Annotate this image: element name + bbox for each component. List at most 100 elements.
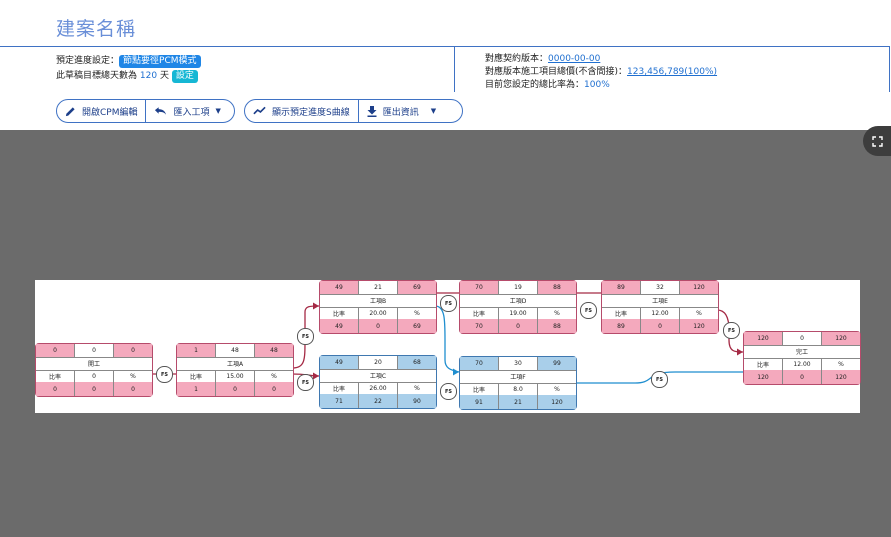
early-finish: 99	[538, 357, 576, 370]
ratio-label: 比率	[460, 383, 499, 395]
fs-label[interactable]: FS	[651, 371, 668, 388]
activity-node-end[interactable]: 120 0 120 完工 比率 12.00% 120 0 120	[743, 331, 861, 385]
trend-line-icon	[253, 106, 266, 115]
duration: 20	[359, 356, 398, 369]
pencil-icon	[65, 106, 75, 116]
download-icon	[367, 105, 377, 117]
late-finish: 120	[835, 373, 847, 381]
chevron-down-icon: ▼	[215, 107, 221, 115]
schedule-mode-badge[interactable]: 節點要徑PCM模式	[119, 55, 201, 68]
open-cpm-button[interactable]: 開啟CPM編輯	[57, 100, 145, 122]
name-row: 工項C	[320, 369, 436, 383]
undo-icon	[155, 107, 167, 115]
ratio-value: 100%	[584, 80, 610, 90]
early-times-row: 49 21 69	[320, 281, 436, 295]
activity-node-b[interactable]: 49 21 69 工項B 比率 20.00% 49 0 69	[319, 280, 437, 334]
late-start: 91	[460, 395, 499, 409]
ratio-value: 8.0	[499, 383, 538, 395]
early-start: 70	[460, 281, 499, 294]
late-finish: 0	[131, 385, 135, 393]
fs-label[interactable]: FS	[156, 366, 173, 383]
cpm-canvas[interactable]: 0 0 0 開工 比率 0% 0 0 0 1 48 48 工項A 比率 15.00% 1 0 0 49 21 69 工項B…	[0, 126, 891, 537]
late-times-row: 000	[36, 382, 152, 396]
fs-label[interactable]: FS	[297, 374, 314, 391]
ratio-value: 20.00	[359, 307, 398, 319]
activity-node-f[interactable]: 70 30 99 工項F 比率 8.0% 91 21 120	[459, 356, 577, 410]
activity-node-d[interactable]: 70 19 88 工項D 比率 19.00% 70 0 88	[459, 280, 577, 334]
cpm-diagram: 0 0 0 開工 比率 0% 0 0 0 1 48 48 工項A 比率 15.00% 1 0 0 49 21 69 工項B…	[35, 280, 861, 413]
total-float: 0	[359, 319, 398, 333]
name-row: 開工	[36, 357, 152, 371]
late-times-row: 120 0 120	[744, 370, 860, 384]
early-times-row: 1 48 48	[177, 344, 293, 358]
duration: 21	[359, 281, 398, 294]
chevron-down-icon: ▼	[430, 107, 437, 115]
ratio-value: 19.00	[499, 307, 538, 319]
contract-version-link[interactable]: 0000-00-00	[548, 54, 600, 64]
late-finish: 69	[413, 322, 421, 330]
name-row: 工項A	[177, 357, 293, 371]
ratio-unit: %	[696, 309, 702, 317]
show-curve-button[interactable]: 顯示預定進度S曲線	[245, 100, 358, 122]
amount-link[interactable]: 123,456,789(100%)	[627, 67, 717, 77]
activity-name: 工項B	[369, 298, 387, 305]
ratio-label: 比率	[602, 307, 641, 319]
early-finish: 120	[822, 332, 860, 345]
fs-label[interactable]: FS	[297, 328, 314, 345]
early-start: 89	[602, 281, 641, 294]
name-row: 工項E	[602, 294, 718, 308]
import-item-label: 匯入工項	[173, 107, 210, 118]
import-item-button[interactable]: 匯入工項 ▼	[145, 100, 228, 122]
name-row: 工項D	[460, 294, 576, 308]
early-times-row: 000	[36, 344, 152, 358]
cpm-button-group: 開啟CPM編輯 匯入工項 ▼	[56, 99, 235, 123]
export-button[interactable]: 匯出資訊 ▼	[357, 100, 444, 122]
activity-node-a[interactable]: 1 48 48 工項A 比率 15.00% 1 0 0	[176, 343, 294, 397]
fullscreen-button[interactable]	[863, 126, 891, 156]
ratio-value: 0	[75, 370, 114, 382]
dependency-arrow	[434, 305, 460, 373]
ratio-unit: %	[271, 372, 277, 380]
late-start: 1	[177, 382, 216, 396]
early-finish: 0	[114, 344, 152, 357]
info-panel: 預定進度設定： 節點要徑PCM模式 此草稿目標總天數為 120 天 設定 對應契約…	[0, 46, 890, 93]
show-curve-label: 顯示預定進度S曲線	[272, 107, 350, 118]
toolbar: 開啟CPM編輯 匯入工項 ▼ 顯示預定進度S曲線 匯出資訊 ▼	[0, 92, 891, 130]
early-finish: 69	[398, 281, 436, 294]
activity-node-start[interactable]: 0 0 0 開工 比率 0% 0 0 0	[35, 343, 153, 397]
set-days-button[interactable]: 設定	[171, 70, 198, 83]
total-float: 0	[216, 382, 255, 396]
activity-node-e[interactable]: 89 32 120 工項E 比率 12.00% 89 0 120	[601, 280, 719, 334]
activity-name: 工項E	[652, 298, 668, 305]
ratio-label: 比率	[320, 307, 359, 319]
late-finish: 120	[551, 398, 563, 406]
late-finish: 90	[413, 397, 421, 405]
early-start: 70	[460, 357, 499, 370]
late-start: 0	[36, 382, 75, 396]
late-start: 120	[744, 370, 783, 384]
ratio-label: 比率	[36, 370, 75, 382]
fs-label[interactable]: FS	[440, 295, 457, 312]
late-times-row: 100	[177, 382, 293, 396]
ratio-unit: %	[838, 360, 844, 368]
late-times-row: 70 0 88	[460, 319, 576, 333]
late-finish: 120	[693, 322, 705, 330]
contract-info: 對應契約版本：0000-00-00 對應版本施工項目總價(不含間接)：123,4…	[485, 53, 717, 92]
days-unit: 天	[159, 71, 169, 81]
early-finish: 68	[398, 356, 436, 369]
ratio-value: 12.00	[783, 358, 822, 370]
fs-label[interactable]: FS	[580, 302, 597, 319]
total-float: 0	[783, 370, 822, 384]
duration: 0	[783, 332, 822, 345]
ratio-label: 目前您設定的總比率為：	[485, 80, 585, 90]
fs-label[interactable]: FS	[723, 322, 740, 339]
activity-name: 工項C	[369, 373, 387, 380]
total-float: 0	[75, 382, 114, 396]
activity-name: 完工	[795, 349, 808, 356]
ratio-unit: %	[130, 372, 136, 380]
activity-node-c[interactable]: 49 20 68 工項C 比率 26.00% 71 22 90	[319, 355, 437, 409]
report-button-group: 顯示預定進度S曲線 匯出資訊 ▼	[244, 99, 463, 123]
early-start: 49	[320, 356, 359, 369]
fs-label[interactable]: FS	[440, 383, 457, 400]
early-finish: 88	[538, 281, 576, 294]
